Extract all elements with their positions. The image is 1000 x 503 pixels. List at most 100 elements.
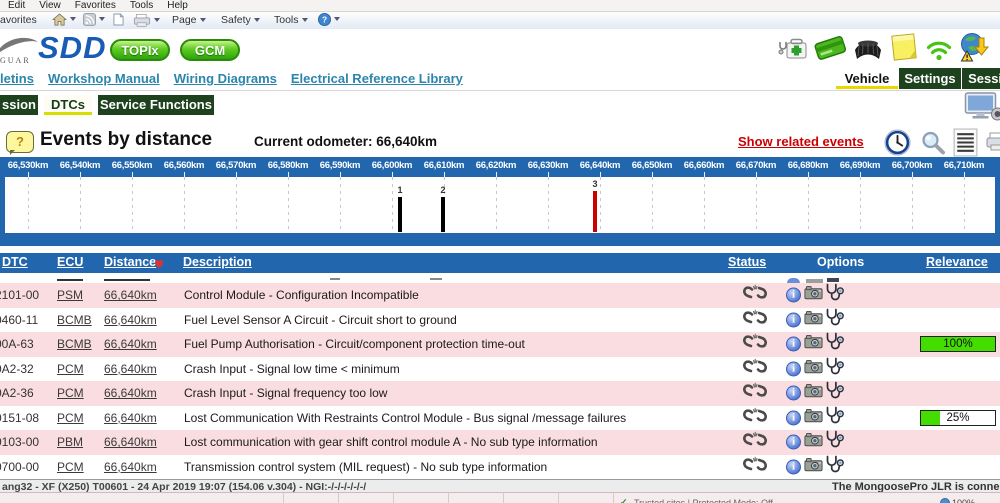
col-distance[interactable]: Distance bbox=[104, 255, 156, 269]
camera-icon[interactable] bbox=[804, 408, 823, 427]
distance-link[interactable]: 66,640km bbox=[104, 313, 157, 327]
broken-link-icon[interactable] bbox=[742, 334, 768, 355]
ecu-link[interactable]: PCM bbox=[57, 460, 84, 474]
stethoscope-icon[interactable] bbox=[824, 430, 844, 454]
diagnostics-kit-icon[interactable] bbox=[778, 36, 808, 62]
green-card-icon[interactable] bbox=[813, 32, 847, 62]
stethoscope-icon[interactable] bbox=[824, 308, 844, 327]
screenshot-monitor-icon[interactable] bbox=[962, 92, 1000, 122]
stethoscope-icon[interactable] bbox=[824, 308, 844, 332]
camera-icon[interactable] bbox=[804, 286, 823, 305]
stethoscope-icon[interactable] bbox=[824, 332, 844, 351]
camera-icon[interactable] bbox=[804, 286, 823, 300]
menu-edit[interactable]: Edit bbox=[8, 0, 25, 11]
event-marker[interactable] bbox=[593, 191, 597, 232]
stethoscope-icon[interactable] bbox=[824, 430, 844, 449]
menu-help[interactable]: Help bbox=[167, 0, 188, 11]
info-icon[interactable]: i bbox=[786, 288, 801, 303]
stethoscope-icon[interactable] bbox=[824, 357, 844, 376]
feed-icon[interactable] bbox=[83, 13, 107, 26]
home-icon[interactable] bbox=[52, 13, 78, 26]
distance-link[interactable]: 66,640km bbox=[104, 460, 157, 474]
stethoscope-icon[interactable] bbox=[824, 283, 844, 302]
stethoscope-icon[interactable] bbox=[824, 381, 844, 400]
stethoscope-icon[interactable] bbox=[824, 406, 844, 425]
event-marker[interactable] bbox=[441, 197, 445, 232]
search-icon[interactable] bbox=[920, 130, 946, 156]
distance-link[interactable]: 66,640km bbox=[104, 362, 157, 376]
menu-favorites[interactable]: Favorites bbox=[75, 0, 116, 11]
distance-link[interactable]: 66,640km bbox=[104, 435, 157, 449]
camera-icon[interactable] bbox=[804, 310, 823, 324]
camera-icon[interactable] bbox=[804, 359, 823, 378]
camera-icon[interactable] bbox=[804, 408, 823, 422]
camera-icon[interactable] bbox=[804, 433, 823, 452]
col-dtc[interactable]: DTC bbox=[2, 255, 28, 269]
col-description[interactable]: Description bbox=[183, 255, 252, 269]
broken-link-icon[interactable] bbox=[742, 432, 768, 448]
broken-link-icon[interactable] bbox=[742, 407, 768, 428]
info-icon[interactable]: i bbox=[786, 410, 801, 425]
stethoscope-icon[interactable] bbox=[824, 455, 844, 474]
broken-link-icon[interactable] bbox=[742, 456, 768, 472]
distance-link[interactable]: 66,640km bbox=[104, 337, 157, 351]
event-marker[interactable] bbox=[398, 197, 402, 232]
info-icon[interactable]: i bbox=[786, 337, 801, 352]
tab-settings[interactable]: Settings bbox=[899, 68, 961, 89]
broken-link-icon[interactable] bbox=[742, 358, 768, 379]
nav-tab-dtcs[interactable]: DTCs bbox=[44, 95, 92, 115]
link-bulletins[interactable]: letins bbox=[0, 71, 34, 86]
broken-link-icon[interactable] bbox=[742, 407, 768, 423]
broken-link-icon[interactable] bbox=[742, 309, 768, 325]
distance-link[interactable]: 66,640km bbox=[104, 411, 157, 425]
ecu-link[interactable]: PCM bbox=[57, 386, 84, 400]
info-icon[interactable]: i bbox=[786, 312, 801, 327]
tools-menu[interactable]: Tools bbox=[274, 14, 310, 26]
camera-icon[interactable] bbox=[804, 359, 823, 373]
camera-icon[interactable] bbox=[804, 310, 823, 329]
distance-link[interactable]: 66,640km bbox=[104, 386, 157, 400]
favorites-bar-label[interactable]: avorites bbox=[0, 14, 37, 26]
ecu-link[interactable]: PCM bbox=[57, 411, 84, 425]
stethoscope-icon[interactable] bbox=[824, 357, 844, 381]
broken-link-icon[interactable] bbox=[742, 285, 768, 306]
broken-link-icon[interactable] bbox=[742, 334, 768, 350]
ecu-link[interactable]: BCMB bbox=[57, 337, 92, 351]
stethoscope-icon[interactable] bbox=[824, 455, 844, 479]
broken-link-icon[interactable] bbox=[742, 358, 768, 374]
camera-icon[interactable] bbox=[804, 384, 823, 398]
wifi-icon[interactable] bbox=[924, 36, 954, 62]
stethoscope-icon[interactable] bbox=[824, 283, 844, 307]
link-electrical-reference-library[interactable]: Electrical Reference Library bbox=[291, 71, 463, 86]
nav-tab-session[interactable]: ssion bbox=[0, 95, 38, 115]
info-icon[interactable]: i bbox=[786, 435, 801, 450]
read-mail-icon[interactable] bbox=[113, 13, 124, 26]
link-wiring-diagrams[interactable]: Wiring Diagrams bbox=[174, 71, 277, 86]
camera-icon[interactable] bbox=[804, 384, 823, 403]
print-report-icon[interactable] bbox=[986, 131, 1000, 151]
menu-tools[interactable]: Tools bbox=[130, 0, 153, 11]
show-related-events-link[interactable]: Show related events bbox=[738, 134, 864, 149]
stethoscope-icon[interactable] bbox=[824, 406, 844, 430]
stethoscope-icon[interactable] bbox=[824, 332, 844, 356]
notes-icon[interactable] bbox=[889, 32, 919, 62]
stethoscope-icon[interactable] bbox=[824, 381, 844, 405]
ecu-link[interactable]: BCMB bbox=[57, 313, 92, 327]
info-icon[interactable]: i bbox=[786, 361, 801, 376]
bellows-icon[interactable] bbox=[852, 34, 884, 62]
events-timeline[interactable]: 123 bbox=[0, 177, 1000, 233]
safety-menu[interactable]: Safety bbox=[221, 14, 262, 26]
ecu-link[interactable]: PSM bbox=[57, 288, 83, 302]
globe-download-icon[interactable] bbox=[959, 32, 993, 62]
broken-link-icon[interactable] bbox=[742, 383, 768, 404]
nav-tab-service-functions[interactable]: Service Functions bbox=[98, 95, 214, 115]
ecu-link[interactable]: PCM bbox=[57, 362, 84, 376]
tab-vehicle[interactable]: Vehicle bbox=[836, 68, 898, 89]
help-icon[interactable] bbox=[318, 13, 342, 26]
ecu-link[interactable]: PBM bbox=[57, 435, 83, 449]
distance-link[interactable]: 66,640km bbox=[104, 288, 157, 302]
gcm-button[interactable]: GCM bbox=[180, 39, 240, 61]
camera-icon[interactable] bbox=[804, 457, 823, 471]
camera-icon[interactable] bbox=[804, 335, 823, 349]
topix-button[interactable]: TOPIx bbox=[110, 39, 170, 61]
